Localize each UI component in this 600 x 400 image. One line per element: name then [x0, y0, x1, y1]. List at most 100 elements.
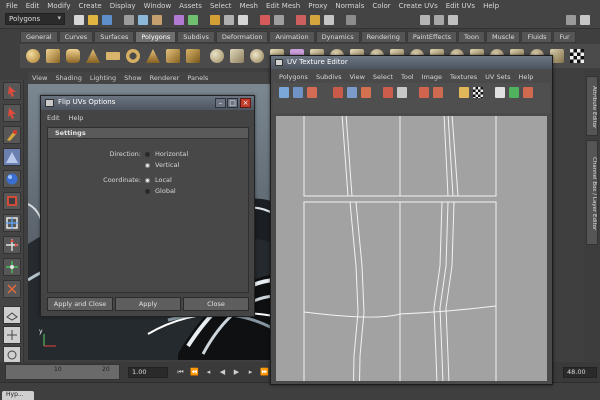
- time-slider[interactable]: 10 20: [5, 364, 120, 380]
- uv-snap-icon[interactable]: [509, 87, 519, 98]
- universal-manipulator-icon[interactable]: [3, 214, 21, 232]
- uv-sew-icon[interactable]: [347, 87, 357, 98]
- range-end-field[interactable]: 48.00: [563, 367, 597, 378]
- paint-select-tool-icon[interactable]: [3, 126, 21, 144]
- uv-align-max-u-icon[interactable]: [433, 87, 443, 98]
- settings-section-header[interactable]: Settings: [48, 128, 248, 139]
- shelf-tab-surfaces[interactable]: Surfaces: [94, 31, 135, 43]
- menu-proxy[interactable]: Proxy: [308, 2, 327, 10]
- uv-menu-help[interactable]: Help: [519, 73, 534, 81]
- new-scene-icon[interactable]: [74, 15, 84, 25]
- shelf-tab-toon[interactable]: Toon: [458, 31, 485, 43]
- snap-grid-icon[interactable]: [210, 15, 220, 25]
- attribute-editor-tab[interactable]: Attribute Editor: [586, 76, 598, 136]
- shelf-tab-muscle[interactable]: Muscle: [485, 31, 521, 43]
- construction-history-icon[interactable]: [274, 15, 284, 25]
- apply-button[interactable]: Apply: [115, 297, 181, 311]
- uv-flip-horizontal-icon[interactable]: [279, 87, 289, 98]
- menu-edit-uvs[interactable]: Edit UVs: [446, 2, 475, 10]
- direction-vertical-radio[interactable]: Vertical: [145, 161, 179, 169]
- uv-canvas[interactable]: [276, 116, 547, 381]
- combine-icon[interactable]: [210, 49, 224, 63]
- poly-plane-icon[interactable]: [106, 52, 120, 60]
- poly-torus-icon[interactable]: [126, 49, 140, 63]
- single-perspective-layout-icon[interactable]: [3, 306, 21, 324]
- render-frame-icon[interactable]: [296, 15, 306, 25]
- uv-menu-textures[interactable]: Textures: [450, 73, 477, 81]
- poly-cube-icon[interactable]: [46, 49, 60, 63]
- select-tool-icon[interactable]: [3, 82, 21, 100]
- vertex-mask-icon[interactable]: [188, 15, 198, 25]
- dialog-menu-help[interactable]: Help: [69, 114, 84, 122]
- menu-create[interactable]: Create: [78, 2, 101, 10]
- shelf-tab-fur[interactable]: Fur: [553, 31, 576, 43]
- uv-rotate-icon[interactable]: [307, 87, 317, 98]
- poly-prism-icon[interactable]: [146, 49, 160, 63]
- uv-checker-icon[interactable]: [473, 87, 483, 98]
- menu-help[interactable]: Help: [483, 2, 499, 10]
- soft-modification-icon[interactable]: [3, 236, 21, 254]
- close-icon[interactable]: ×: [240, 98, 251, 108]
- shelf-tab-fluids[interactable]: Fluids: [521, 31, 553, 43]
- dialog-menu-edit[interactable]: Edit: [47, 114, 60, 122]
- rotate-tool-icon[interactable]: [3, 170, 21, 188]
- snap-point-icon[interactable]: [238, 15, 248, 25]
- poly-cone-icon[interactable]: [86, 49, 100, 63]
- direction-horizontal-radio[interactable]: Horizontal: [145, 150, 188, 158]
- viewport-menu-renderer[interactable]: Renderer: [150, 74, 180, 82]
- uv-menu-image[interactable]: Image: [422, 73, 442, 81]
- show-manipulator-icon[interactable]: [3, 258, 21, 276]
- apply-and-close-button[interactable]: Apply and Close: [47, 297, 113, 311]
- poly-cylinder-icon[interactable]: [66, 49, 80, 63]
- step-back-key-icon[interactable]: ⏪: [190, 367, 199, 377]
- menu-set-dropdown[interactable]: Polygons: [5, 13, 65, 25]
- input-line-icon[interactable]: [346, 15, 356, 25]
- shelf-tab-dynamics[interactable]: Dynamics: [315, 31, 360, 43]
- show-attribute-editor-icon[interactable]: [420, 15, 430, 25]
- uv-menu-tool[interactable]: Tool: [401, 73, 414, 81]
- menu-normals[interactable]: Normals: [335, 2, 364, 10]
- uv-editor-title-bar[interactable]: UV Texture Editor: [271, 56, 552, 69]
- four-view-layout-icon[interactable]: [3, 326, 21, 344]
- menu-file[interactable]: File: [6, 2, 18, 10]
- toggle-panel-icon[interactable]: [580, 15, 590, 25]
- move-tool-icon[interactable]: [3, 148, 21, 166]
- menu-select[interactable]: Select: [210, 2, 232, 10]
- menu-create-uvs[interactable]: Create UVs: [399, 2, 438, 10]
- select-object-icon[interactable]: [138, 15, 148, 25]
- poly-sphere-icon[interactable]: [26, 49, 40, 63]
- menu-window[interactable]: Window: [144, 2, 172, 10]
- play-forwards-icon[interactable]: ▶: [232, 367, 241, 377]
- shelf-tab-painteffects[interactable]: PaintEffects: [406, 31, 458, 43]
- uv-cut-icon[interactable]: [333, 87, 343, 98]
- smooth-icon[interactable]: [250, 49, 264, 63]
- play-backwards-icon[interactable]: ◀: [218, 367, 227, 377]
- dialog-title-bar[interactable]: Flip UVs Options – □ ×: [41, 96, 254, 110]
- shelf-tab-general[interactable]: General: [20, 31, 58, 43]
- step-forward-key-icon[interactable]: ⏩: [260, 367, 269, 377]
- show-tool-settings-icon[interactable]: [434, 15, 444, 25]
- uv-menu-subdivs[interactable]: Subdivs: [316, 73, 342, 81]
- scale-tool-icon[interactable]: [3, 192, 21, 210]
- menu-mesh[interactable]: Mesh: [240, 2, 258, 10]
- uv-menu-uv-sets[interactable]: UV Sets: [485, 73, 510, 81]
- go-to-start-icon[interactable]: ⏮: [176, 367, 185, 377]
- uv-image-display-icon[interactable]: [459, 87, 469, 98]
- channel-box-tab[interactable]: Channel Box / Layer Editor: [586, 140, 598, 245]
- uv-menu-select[interactable]: Select: [373, 73, 393, 81]
- shelf-tab-animation[interactable]: Animation: [269, 31, 315, 43]
- shelf-tab-rendering[interactable]: Rendering: [360, 31, 406, 43]
- selection-mask-icon[interactable]: [174, 15, 184, 25]
- show-channel-box-icon[interactable]: [448, 15, 458, 25]
- viewport-menu-shading[interactable]: Shading: [55, 74, 81, 82]
- menu-color[interactable]: Color: [372, 2, 390, 10]
- menu-edit-mesh[interactable]: Edit Mesh: [266, 2, 300, 10]
- viewport-menu-lighting[interactable]: Lighting: [90, 74, 116, 82]
- viewport-menu-view[interactable]: View: [32, 74, 47, 82]
- lasso-tool-icon[interactable]: [3, 104, 21, 122]
- shelf-tab-curves[interactable]: Curves: [58, 31, 94, 43]
- select-component-icon[interactable]: [152, 15, 162, 25]
- last-tool-icon[interactable]: [3, 280, 21, 298]
- save-scene-icon[interactable]: [102, 15, 112, 25]
- shelf-tab-deformation[interactable]: Deformation: [215, 31, 269, 43]
